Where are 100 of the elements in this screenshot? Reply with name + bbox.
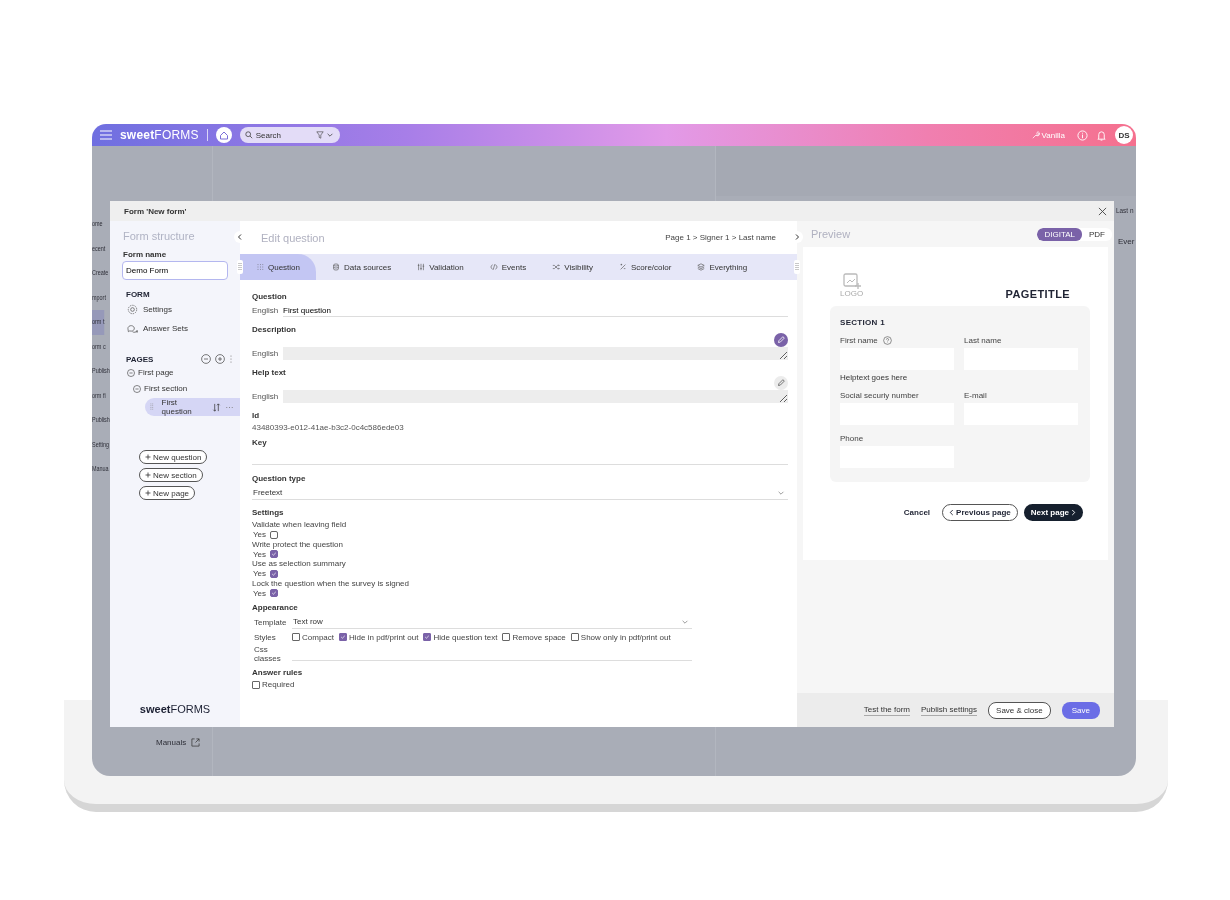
plus-icon bbox=[145, 490, 151, 496]
field-label: Form name bbox=[123, 250, 168, 259]
field-label: Phone bbox=[840, 433, 864, 443]
checkbox[interactable] bbox=[252, 680, 260, 689]
nav-item[interactable]: orm t bbox=[92, 310, 105, 335]
footer-button[interactable]: Save bbox=[1061, 701, 1100, 719]
checkbox[interactable] bbox=[423, 633, 432, 642]
info-icon[interactable] bbox=[1077, 129, 1088, 141]
section-title: SECTION 1 bbox=[840, 318, 886, 327]
question-field[interactable]: First question bbox=[283, 304, 788, 317]
brand-logo: sweetFORMS bbox=[138, 703, 212, 715]
checkbox[interactable] bbox=[270, 569, 279, 578]
collapse-icon[interactable] bbox=[133, 384, 141, 393]
add-button[interactable]: New section bbox=[139, 468, 203, 482]
user-avatar[interactable]: DS bbox=[1115, 126, 1133, 144]
mode-option[interactable]: DIGITAL bbox=[1037, 227, 1082, 241]
search-field[interactable]: Search bbox=[239, 127, 340, 143]
brand-logo: sweetFORMS bbox=[120, 128, 199, 142]
tab[interactable]: Events bbox=[473, 254, 537, 280]
tab[interactable]: Score/color bbox=[602, 254, 682, 280]
nav-item[interactable]: Publish bbox=[92, 359, 110, 384]
sort-icon[interactable] bbox=[212, 402, 221, 412]
form-menu-item[interactable]: Answer Sets bbox=[143, 324, 188, 333]
field-label: Key bbox=[252, 438, 268, 447]
nav-item[interactable]: mport bbox=[92, 285, 106, 310]
question-item[interactable]: First question bbox=[145, 398, 240, 416]
previous-page-button[interactable]: Previous page bbox=[942, 504, 1018, 521]
manuals-link[interactable]: Manuals bbox=[156, 738, 187, 747]
setting-label: Use as selection summary bbox=[252, 559, 347, 569]
tab[interactable]: Question bbox=[240, 254, 317, 280]
checkbox-label: Show only in pdf/print out bbox=[580, 632, 671, 642]
footer-link[interactable]: Test the form bbox=[863, 704, 911, 716]
tab[interactable]: Data sources bbox=[316, 254, 402, 280]
field-label: Settings bbox=[252, 508, 285, 517]
panel-heading: Form structure bbox=[123, 230, 196, 242]
next-page-button[interactable]: Next page bbox=[1023, 504, 1083, 521]
field-label: Question type bbox=[252, 474, 307, 483]
bell-icon[interactable] bbox=[1096, 129, 1107, 141]
mode-option[interactable]: PDF bbox=[1082, 227, 1112, 241]
footer-button[interactable]: Save & close bbox=[988, 701, 1051, 719]
checkbox-label: Remove space bbox=[512, 632, 566, 642]
pencil-icon[interactable] bbox=[774, 333, 788, 347]
drag-handle-icon[interactable] bbox=[794, 260, 800, 274]
nav-item[interactable]: Create bbox=[92, 261, 109, 286]
settings-icon[interactable] bbox=[127, 304, 138, 315]
checkbox[interactable] bbox=[570, 633, 579, 642]
add-icon[interactable] bbox=[215, 354, 225, 364]
section-heading: PAGES bbox=[126, 354, 154, 364]
shuffle-icon bbox=[552, 263, 561, 271]
question-type-select[interactable]: Freetext bbox=[252, 486, 788, 500]
collapse-all-icon[interactable] bbox=[201, 354, 211, 364]
tree-item[interactable]: First section bbox=[144, 384, 188, 393]
nav-item[interactable]: ome bbox=[92, 212, 103, 237]
nav-item[interactable]: Publish bbox=[92, 408, 110, 433]
tab-label: Ever bbox=[1118, 237, 1135, 246]
tree-item[interactable]: First page bbox=[138, 368, 174, 377]
setting-label: Write protect the question bbox=[252, 539, 344, 550]
field-label: Appearance bbox=[252, 603, 299, 613]
tab[interactable]: Validation bbox=[401, 254, 474, 280]
setting-label: Lock the question when the survey is signed bbox=[252, 578, 410, 589]
form-menu-item[interactable]: Settings bbox=[143, 305, 172, 314]
checkbox-label: Hide question text bbox=[433, 632, 498, 642]
tab[interactable]: Everything bbox=[681, 254, 758, 280]
tab[interactable]: Visibility bbox=[536, 254, 603, 280]
checkbox[interactable] bbox=[270, 589, 279, 598]
field-label: Question bbox=[252, 292, 288, 301]
checkbox-label: Compact bbox=[302, 632, 334, 642]
close-icon[interactable] bbox=[1098, 206, 1107, 216]
nav-item[interactable]: orm c bbox=[92, 334, 106, 359]
collapse-icon[interactable] bbox=[127, 368, 135, 377]
add-button[interactable]: New page bbox=[139, 486, 196, 500]
checkbox[interactable] bbox=[339, 633, 347, 642]
field-label: Last name bbox=[964, 335, 1002, 345]
cancel-button[interactable]: Cancel bbox=[897, 504, 937, 521]
field-label: First name bbox=[840, 335, 878, 345]
help-text: Helptext goes here bbox=[840, 373, 909, 382]
form-name-field[interactable]: Demo Form bbox=[122, 261, 228, 280]
nav-item[interactable]: Setting bbox=[92, 432, 109, 457]
help-icon[interactable] bbox=[882, 335, 892, 345]
nav-item[interactable]: Manua bbox=[92, 457, 109, 482]
add-button[interactable]: New question bbox=[139, 450, 208, 464]
checkbox[interactable] bbox=[270, 530, 279, 539]
chat-bubbles-icon[interactable] bbox=[127, 323, 138, 334]
nav-item[interactable]: orm fi bbox=[92, 383, 106, 408]
filter-icon[interactable] bbox=[315, 131, 324, 139]
pencil-icon[interactable] bbox=[774, 376, 788, 390]
checkbox[interactable] bbox=[270, 550, 279, 559]
drag-handle-icon[interactable] bbox=[237, 260, 243, 274]
option-label: Yes bbox=[253, 569, 267, 579]
chevron-down-icon[interactable] bbox=[325, 131, 334, 139]
footer-link[interactable]: Publish settings bbox=[921, 704, 978, 716]
checkbox[interactable] bbox=[502, 633, 511, 642]
external-link-icon[interactable] bbox=[191, 738, 201, 747]
nav-item[interactable]: ecent bbox=[92, 236, 106, 261]
home-icon[interactable] bbox=[215, 127, 232, 143]
field-label: Help text bbox=[252, 368, 287, 377]
menu-icon[interactable] bbox=[100, 130, 112, 140]
checkbox[interactable] bbox=[292, 633, 300, 642]
setting-label: Validate when leaving field bbox=[252, 520, 348, 530]
template-select[interactable]: Text row bbox=[292, 615, 692, 630]
